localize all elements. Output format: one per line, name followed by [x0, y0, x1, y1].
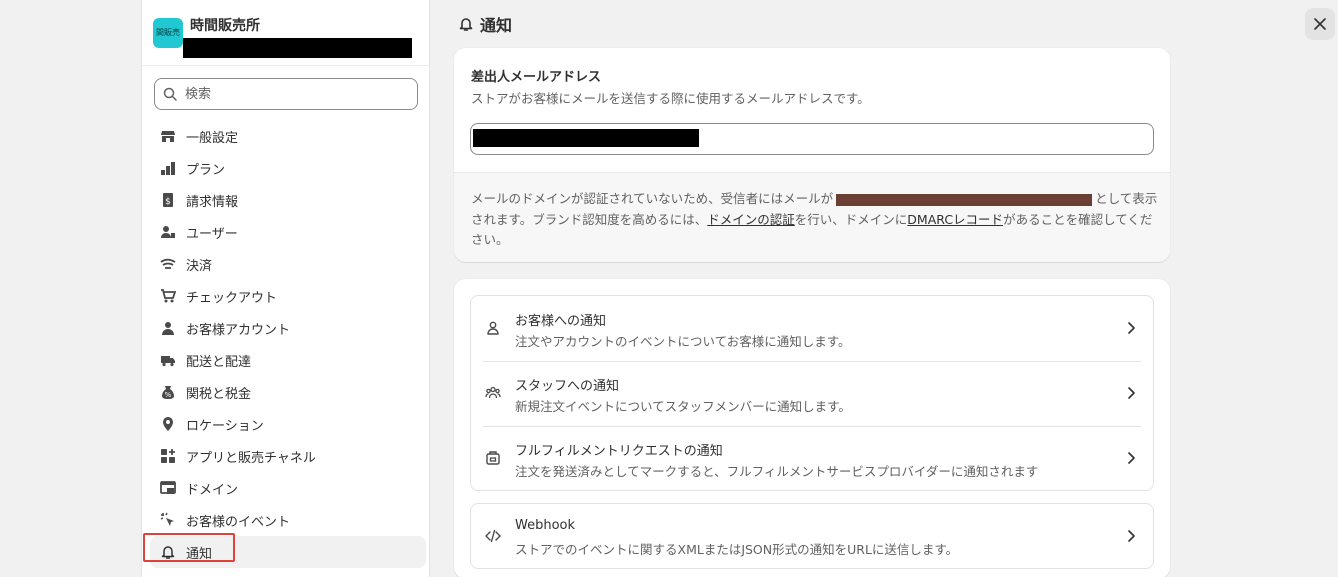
nav-label: お客様のイベント	[186, 514, 291, 530]
payments-icon	[160, 256, 176, 272]
close-button[interactable]	[1305, 8, 1335, 40]
search-icon	[163, 87, 177, 101]
svg-text:%: %	[165, 391, 172, 399]
nav-label: チェックアウト	[186, 290, 278, 306]
truck-icon	[160, 352, 176, 368]
row-description: 注文を発送済みとしてマークすると、フルフィルメントサービスプロバイダーに通知され…	[515, 464, 1039, 479]
chevron-right-icon	[1128, 530, 1135, 542]
nav-item-general[interactable]: 一般設定	[150, 120, 426, 152]
redacted-email-value	[473, 129, 699, 147]
cart-icon	[160, 288, 176, 304]
apps-icon	[160, 448, 176, 464]
nav-item-users[interactable]: ユーザー	[150, 216, 426, 248]
nav-label: 一般設定	[186, 130, 239, 146]
nav-item-shipping[interactable]: 配送と配達	[150, 344, 426, 376]
row-title: Webhook	[515, 518, 576, 533]
cursor-icon	[160, 512, 176, 528]
row-description: 注文やアカウントのイベントについてお客様に通知します。	[515, 334, 851, 349]
webhook-row[interactable]: Webhook ストアでのイベントに関するXMLまたはJSON形式の通知をURL…	[471, 504, 1155, 569]
dmarc-record-link[interactable]: DMARCレコード	[907, 212, 1003, 227]
nav-label: お客様アカウント	[186, 322, 291, 338]
chevron-right-icon	[1128, 322, 1135, 334]
page-title-text: 通知	[480, 16, 513, 35]
highlight-box	[143, 533, 235, 562]
nav-item-customer-events[interactable]: お客様のイベント	[150, 504, 426, 536]
store-name: 時間販売所	[190, 18, 260, 34]
nav-item-checkout[interactable]: チェックアウト	[150, 280, 426, 312]
person-icon	[160, 320, 176, 336]
nav-label: ロケーション	[186, 418, 264, 434]
store-icon	[160, 128, 176, 144]
customer-notifications-row[interactable]: お客様への通知 注文やアカウントのイベントについてお客様に通知します。	[471, 296, 1155, 361]
nav-item-locations[interactable]: ロケーション	[150, 408, 426, 440]
staff-icon	[485, 386, 501, 399]
sender-email-title: 差出人メールアドレス	[471, 70, 602, 85]
store-header[interactable]: 間販売 時間販売所	[142, 0, 429, 66]
nav-label: 関税と税金	[186, 386, 252, 402]
nav-label: アプリと販売チャネル	[186, 450, 316, 466]
nav-item-apps[interactable]: アプリと販売チャネル	[150, 440, 426, 472]
nav-item-payments[interactable]: 決済	[150, 248, 426, 280]
nav-item-notifications[interactable]: 通知	[143, 533, 426, 568]
domain-auth-note: メールのドメインが認証されていないため、受信者にはメールが として表示されます。ブ…	[454, 172, 1170, 262]
settings-sidebar: 間販売 時間販売所 一般設定 プラン $ 請求情報 ユーザー 決済 チ	[141, 0, 430, 577]
webhook-list: Webhook ストアでのイベントに関するXMLまたはJSON形式の通知をURL…	[470, 503, 1154, 569]
redacted-store-domain	[183, 38, 412, 58]
row-title: フルフィルメントリクエストの通知	[515, 444, 723, 459]
billing-icon: $	[160, 192, 176, 208]
nav-item-plan[interactable]: プラン	[150, 152, 426, 184]
nav-label: プラン	[186, 162, 226, 178]
nav-label: 請求情報	[186, 194, 239, 210]
close-icon	[1314, 18, 1326, 30]
search-box[interactable]	[154, 78, 418, 110]
sender-email-card: 差出人メールアドレス ストアがお客様にメールを送信する際に使用するメールアドレス…	[454, 48, 1170, 262]
domain-icon	[160, 480, 176, 496]
row-description: 新規注文イベントについてスタッフメンバーに通知します。	[515, 399, 851, 414]
chevron-right-icon	[1128, 387, 1135, 399]
nav-label: ドメイン	[186, 482, 239, 498]
code-icon	[485, 529, 501, 543]
settings-nav: 一般設定 プラン $ 請求情報 ユーザー 決済 チェックアウト お客様アカウント	[143, 120, 426, 568]
users-icon	[160, 224, 176, 240]
nav-item-domains[interactable]: ドメイン	[150, 472, 426, 504]
fulfillment-icon	[486, 451, 500, 465]
nav-item-billing[interactable]: $ 請求情報	[150, 184, 426, 216]
note-text-part3: を行い、ドメインに	[794, 211, 908, 227]
sender-email-field[interactable]	[470, 123, 1154, 155]
row-title: スタッフへの通知	[515, 379, 620, 394]
nav-item-taxes[interactable]: % 関税と税金	[150, 376, 426, 408]
redacted-email-address	[836, 193, 1093, 206]
domain-auth-link[interactable]: ドメインの認証	[707, 212, 795, 227]
note-text-part1: メールのドメインが認証されていないため、受信者にはメールが	[471, 191, 834, 206]
fulfillment-notifications-row[interactable]: フルフィルメントリクエストの通知 注文を発送済みとしてマークすると、フルフィルメ…	[471, 426, 1155, 491]
notification-types-card: お客様への通知 注文やアカウントのイベントについてお客様に通知します。 スタッフ…	[454, 279, 1170, 577]
location-icon	[160, 416, 176, 432]
row-title: お客様への通知	[515, 314, 607, 329]
svg-text:$: $	[165, 197, 171, 207]
store-logo: 間販売	[153, 18, 183, 48]
person-icon	[487, 321, 499, 335]
nav-item-customer-accounts[interactable]: お客様アカウント	[150, 312, 426, 344]
chevron-right-icon	[1128, 452, 1135, 464]
domain-auth-note-text: メールのドメインが認証されていないため、受信者にはメールが として表示されます。ブ…	[471, 189, 1161, 251]
tax-icon: %	[160, 384, 176, 400]
row-description: ストアでのイベントに関するXMLまたはJSON形式の通知をURLに送信します。	[515, 542, 959, 557]
staff-notifications-row[interactable]: スタッフへの通知 新規注文イベントについてスタッフメンバーに通知します。	[471, 361, 1155, 426]
bell-icon	[459, 18, 473, 31]
nav-label: ユーザー	[186, 226, 238, 242]
plan-icon	[160, 160, 176, 176]
search-input[interactable]	[185, 84, 405, 104]
sender-email-description: ストアがお客様にメールを送信する際に使用するメールアドレスです。	[471, 91, 870, 106]
nav-label: 決済	[186, 258, 213, 274]
notification-list: お客様への通知 注文やアカウントのイベントについてお客様に通知します。 スタッフ…	[470, 295, 1154, 491]
page-title: 通知	[458, 12, 512, 36]
nav-label: 配送と配達	[186, 354, 252, 370]
